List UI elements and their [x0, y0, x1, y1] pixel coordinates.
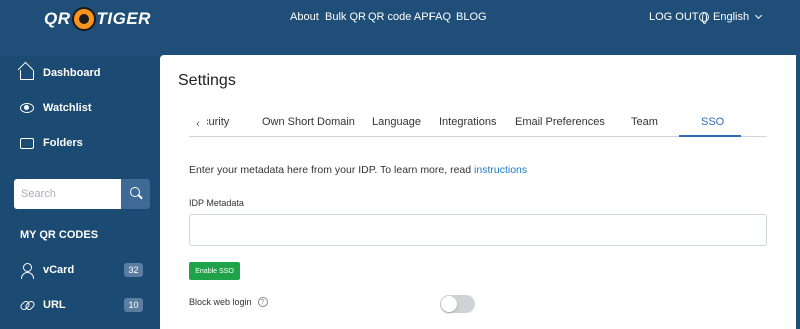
- url-count-badge: 10: [124, 298, 143, 312]
- sidebar-item-label: Watchlist: [43, 102, 92, 114]
- nav-qr-code-api[interactable]: QR code API: [368, 11, 432, 23]
- tabs-scroll-left-button[interactable]: ‹: [189, 111, 207, 136]
- logout-link[interactable]: LOG OUT: [649, 11, 699, 23]
- sidebar-item-label: Folders: [43, 137, 83, 149]
- tiger-badge-icon: [71, 7, 96, 31]
- sidebar-item-folders[interactable]: Folders: [20, 133, 83, 153]
- sidebar-item-dashboard[interactable]: Dashboard: [20, 63, 100, 83]
- sidebar-item-vcard[interactable]: vCard: [20, 260, 140, 280]
- nav-bulk-qr[interactable]: Bulk QR: [325, 11, 366, 23]
- home-icon: [20, 70, 34, 80]
- idp-metadata-label: IDP Metadata: [189, 198, 244, 208]
- settings-tabs: curity ‹ Own Short Domain Language Integ…: [189, 111, 767, 137]
- chevron-left-icon: ‹: [196, 117, 200, 130]
- nav-faq[interactable]: FAQ: [429, 11, 451, 23]
- tab-sso[interactable]: SSO: [701, 116, 724, 128]
- sidebar: Dashboard Watchlist Folders MY QR CODES …: [0, 55, 160, 329]
- active-tab-indicator: [679, 135, 741, 137]
- sidebar-item-label: URL: [43, 299, 66, 311]
- qr-tiger-logo[interactable]: QR TIGER: [44, 6, 151, 32]
- section-title-my-qr-codes: MY QR CODES: [20, 229, 99, 241]
- block-web-login-row: Block web login ?: [189, 297, 268, 307]
- link-icon: [20, 298, 34, 312]
- sidebar-search: [14, 179, 150, 209]
- sidebar-item-label: vCard: [43, 264, 75, 276]
- settings-panel: Settings curity ‹ Own Short Domain Langu…: [160, 55, 796, 329]
- instructions-link[interactable]: instructions: [474, 164, 527, 176]
- vcard-count-badge: 32: [124, 263, 143, 277]
- logo-text-right: TIGER: [96, 9, 151, 28]
- search-input[interactable]: [14, 179, 121, 209]
- user-icon: [20, 263, 34, 279]
- language-label: English: [713, 11, 750, 23]
- tab-integrations[interactable]: Integrations: [439, 116, 496, 128]
- eye-icon: [20, 103, 34, 113]
- sidebar-item-url[interactable]: URL: [20, 295, 140, 315]
- tab-own-short-domain[interactable]: Own Short Domain: [262, 116, 355, 128]
- sso-intro-text: Enter your metadata here from your IDP. …: [189, 164, 527, 176]
- intro-text: Enter your metadata here from your IDP. …: [189, 164, 472, 176]
- search-button[interactable]: [121, 179, 150, 209]
- language-selector[interactable]: English: [699, 11, 763, 24]
- top-navbar: QR TIGER About Bulk QR QR code API FAQ B…: [0, 0, 800, 38]
- logo-text-left: QR: [44, 9, 71, 28]
- help-icon[interactable]: ?: [257, 297, 268, 307]
- enable-sso-button[interactable]: Enable SSO: [189, 262, 240, 280]
- nav-about[interactable]: About: [290, 11, 319, 23]
- idp-metadata-input[interactable]: [189, 214, 767, 246]
- chevron-down-icon: [755, 11, 763, 20]
- sidebar-item-watchlist[interactable]: Watchlist: [20, 98, 92, 118]
- page-title: Settings: [178, 72, 236, 89]
- tab-language[interactable]: Language: [372, 116, 421, 128]
- globe-icon: [699, 12, 709, 24]
- block-web-login-label: Block web login: [189, 297, 252, 307]
- sidebar-item-label: Dashboard: [43, 67, 101, 79]
- tab-email-preferences[interactable]: Email Preferences: [515, 116, 605, 128]
- block-web-login-toggle[interactable]: [440, 295, 475, 313]
- folder-icon: [20, 137, 34, 149]
- tab-team[interactable]: Team: [631, 116, 658, 128]
- nav-blog[interactable]: BLOG: [456, 11, 487, 23]
